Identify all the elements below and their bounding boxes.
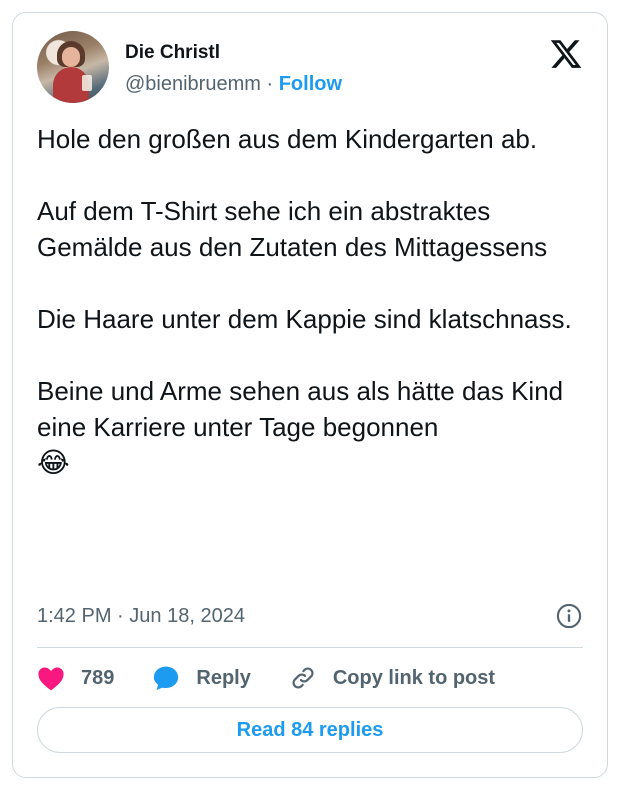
speech-bubble-icon (154, 666, 179, 691)
timestamp-row: 1:42 PM · Jun 18, 2024 (37, 601, 583, 631)
handle-row: @bienibruemm · Follow (125, 71, 342, 97)
action-bar: 789 Reply Copy link to post (37, 661, 583, 695)
post-time[interactable]: 1:42 PM (37, 605, 111, 627)
copy-link-label: Copy link to post (332, 666, 496, 689)
timestamp-separator: · (117, 605, 124, 627)
tweet-header: Die Christl @bienibruemm · Follow (37, 31, 583, 107)
author-info: Die Christl @bienibruemm · Follow (125, 41, 342, 97)
follow-button[interactable]: Follow (279, 73, 342, 95)
x-logo-icon[interactable] (549, 37, 583, 71)
post-date[interactable]: Jun 18, 2024 (129, 605, 245, 627)
handle-separator: · (266, 73, 274, 95)
link-icon (292, 667, 314, 689)
tweet-text: Hole den großen aus dem Kindergarten ab.… (37, 121, 587, 481)
heart-icon (38, 667, 64, 691)
tweet-paragraph: Auf dem T-Shirt sehe ich ein abstraktes … (37, 196, 548, 262)
handle[interactable]: @bienibruemm (125, 73, 261, 95)
tweet-paragraph: Die Haare unter dem Kappie sind klatschn… (37, 304, 572, 334)
avatar[interactable] (37, 31, 109, 103)
display-name[interactable]: Die Christl (125, 41, 342, 65)
copy-link-button[interactable]: Copy link to post (289, 664, 495, 692)
laughing-emoji-icon: 😂 (37, 447, 70, 478)
tweet-paragraph: Hole den großen aus dem Kindergarten ab. (37, 124, 538, 154)
like-button[interactable]: 789 (37, 665, 114, 691)
info-icon[interactable] (555, 602, 583, 630)
tweet-paragraph-last: Beine und Arme sehen aus als hätte das K… (37, 373, 587, 481)
like-count: 789 (81, 666, 115, 689)
divider (37, 647, 583, 648)
tweet-paragraph: Beine und Arme sehen aus als hätte das K… (37, 376, 564, 442)
reply-button[interactable]: Reply (152, 664, 251, 692)
reply-label: Reply (196, 666, 251, 689)
read-replies-button[interactable]: Read 84 replies (37, 707, 583, 753)
tweet-card: Die Christl @bienibruemm · Follow Hole d… (12, 12, 608, 778)
